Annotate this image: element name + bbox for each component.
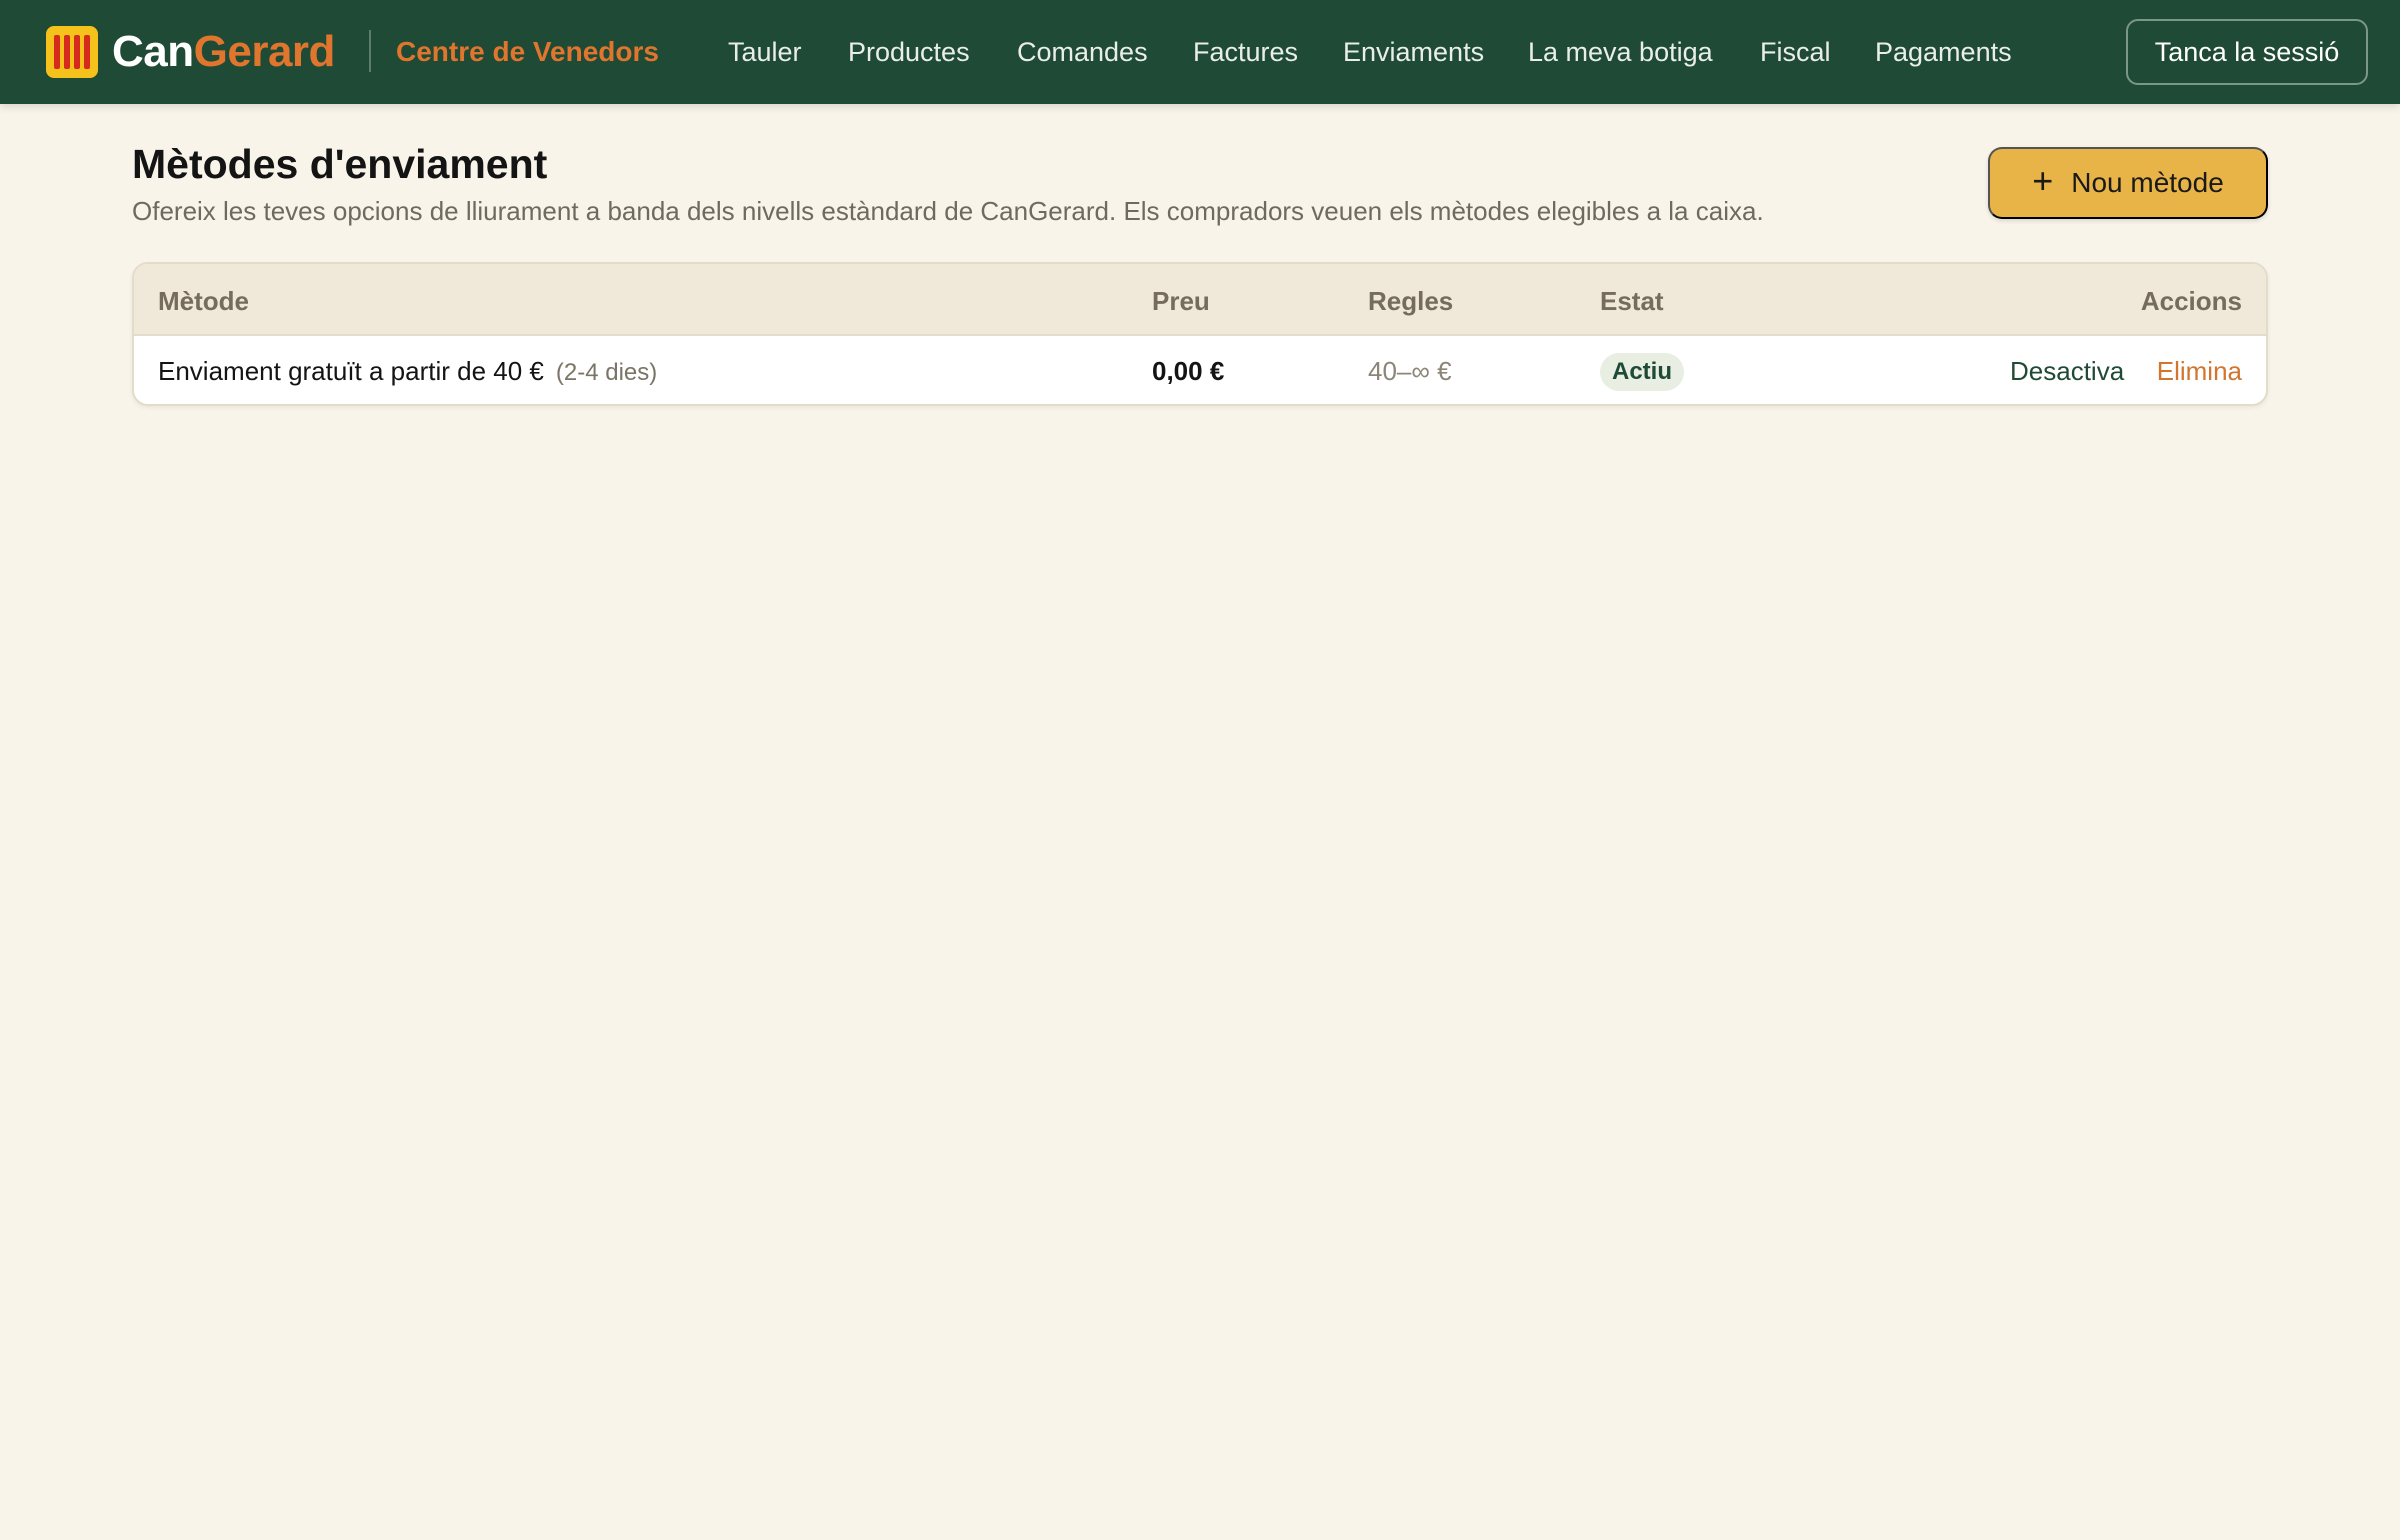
rules-cell: 40–∞ € <box>1368 356 1452 386</box>
page-description: Ofereix les teves opcions de lliurament … <box>132 196 1764 226</box>
senyera-logo-icon <box>46 26 98 78</box>
top-navigation-bar: CanGerard Centre de Venedors Tauler Prod… <box>0 0 2400 104</box>
column-header-method: Mètode <box>158 286 249 316</box>
page-title: Mètodes d'enviament <box>132 141 548 187</box>
table-row: Enviament gratuït a partir de 40 € (2-4 d… <box>134 336 2266 404</box>
brand-name: CanGerard <box>112 26 335 78</box>
method-cell: Enviament gratuït a partir de 40 € (2-4 d… <box>158 353 657 391</box>
shipping-methods-table: Mètode Preu Regles Estat Accions Enviame… <box>132 262 2268 406</box>
nav-item-invoices[interactable]: Factures <box>1193 34 1298 70</box>
new-method-label: Nou mètode <box>2071 167 2224 198</box>
delete-link[interactable]: Elimina <box>2157 353 2242 389</box>
brand-logo[interactable]: CanGerard <box>46 26 335 78</box>
nav-item-payments[interactable]: Pagaments <box>1875 34 2012 70</box>
column-header-status: Estat <box>1600 286 1664 316</box>
logout-button[interactable]: Tanca la sessió <box>2126 19 2368 85</box>
column-header-rules: Regles <box>1368 286 1454 316</box>
nav-item-dashboard[interactable]: Tauler <box>728 34 802 70</box>
method-delivery-days: (2-4 dies) <box>555 359 658 386</box>
nav-item-my-store[interactable]: La meva botiga <box>1528 34 1713 70</box>
brand-name-part1: Can <box>112 27 194 76</box>
nav-item-orders[interactable]: Comandes <box>1017 34 1148 70</box>
method-name: Enviament gratuït a partir de 40 € <box>158 356 544 386</box>
brand-divider <box>369 30 371 72</box>
column-header-price: Preu <box>1152 286 1210 316</box>
seller-center-title: Centre de Venedors <box>396 36 659 67</box>
plus-icon: + <box>2032 160 2054 201</box>
nav-item-products[interactable]: Productes <box>848 34 970 70</box>
column-header-actions: Accions <box>2140 286 2242 316</box>
new-method-button[interactable]: + Nou mètode <box>1988 147 2268 219</box>
deactivate-link[interactable]: Desactiva <box>2010 353 2124 389</box>
table-header: Mètode Preu Regles Estat Accions <box>134 264 2266 336</box>
brand-name-part2: Gerard <box>193 27 336 76</box>
nav-item-shipping[interactable]: Enviaments <box>1343 34 1484 70</box>
nav-item-tax[interactable]: Fiscal <box>1760 34 1831 70</box>
status-badge: Actiu <box>1600 353 1684 391</box>
price-cell: 0,00 € <box>1152 356 1225 386</box>
